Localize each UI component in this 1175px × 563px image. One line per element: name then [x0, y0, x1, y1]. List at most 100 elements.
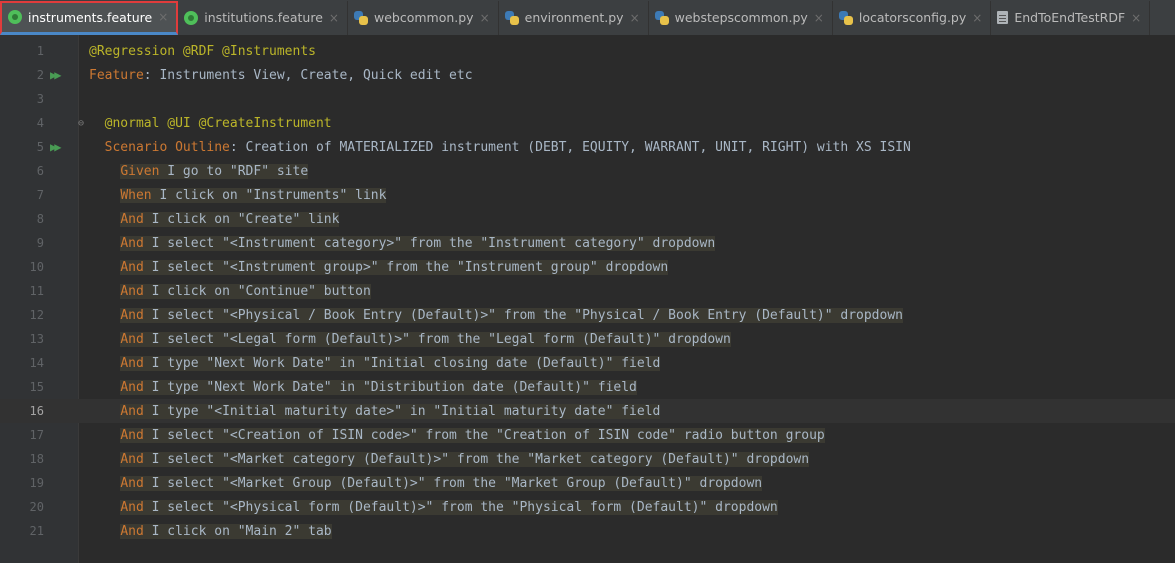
code-text: And I type "<Initial maturity date>" in … [89, 403, 661, 419]
line-number: 17 [29, 428, 44, 442]
code-line[interactable]: 3 [0, 87, 1175, 111]
gherkin-keyword: And [120, 403, 144, 419]
cucumber-icon [184, 10, 199, 25]
code-line[interactable]: 8 And I click on "Create" link [0, 207, 1175, 231]
fold-icon[interactable]: ⊖ [78, 118, 84, 129]
line-text: @normal @UI @CreateInstrument [104, 115, 332, 131]
line-number: 21 [29, 524, 44, 538]
line-number: 9 [36, 236, 44, 250]
step-text: I select "<Physical form (Default)>" fro… [143, 499, 778, 515]
close-tab-icon[interactable]: × [329, 11, 339, 25]
tab-label: institutions.feature [204, 10, 323, 25]
tab-label: webstepscommon.py [674, 10, 808, 25]
code-text: And I select "<Physical form (Default)>"… [89, 499, 778, 515]
gherkin-keyword: And [120, 451, 144, 467]
python-file-icon [838, 10, 853, 25]
code-line[interactable]: 20 And I select "<Physical form (Default… [0, 495, 1175, 519]
code-line[interactable]: 19 And I select "<Market Group (Default)… [0, 471, 1175, 495]
code-line[interactable]: 4 ⊖ @normal @UI @CreateInstrument [0, 111, 1175, 135]
code-line[interactable]: 18 And I select "<Market category (Defau… [0, 447, 1175, 471]
line-number: 10 [29, 260, 44, 274]
close-tab-icon[interactable]: × [814, 11, 824, 25]
close-tab-icon[interactable]: × [158, 10, 168, 24]
close-tab-icon[interactable]: × [1131, 11, 1141, 25]
editor-tab[interactable]: environment.py × [499, 0, 649, 35]
code-text: And I select "<Physical / Book Entry (De… [89, 307, 903, 323]
tab-label: locatorsconfig.py [858, 10, 967, 25]
code-line[interactable]: 14 And I type "Next Work Date" in "Initi… [0, 351, 1175, 375]
line-number: 15 [29, 380, 44, 394]
editor-tab[interactable]: EndToEndTestRDF × [991, 0, 1151, 35]
step-text: I select "<Instrument group>" from the "… [143, 259, 669, 275]
tab-label: EndToEndTestRDF [1014, 10, 1126, 25]
step-text: I select "<Market Group (Default)>" from… [143, 475, 763, 491]
close-tab-icon[interactable]: × [480, 11, 490, 25]
close-tab-icon[interactable]: × [630, 11, 640, 25]
gherkin-keyword: And [120, 235, 144, 251]
editor-tab[interactable]: institutions.feature × [178, 0, 348, 35]
gherkin-keyword: And [120, 475, 144, 491]
gherkin-keyword: And [120, 355, 144, 371]
code-line[interactable]: 13 And I select "<Legal form (Default)>"… [0, 327, 1175, 351]
code-line[interactable]: 21 And I click on "Main 2" tab [0, 519, 1175, 543]
step-text: I go to "RDF" site [159, 163, 309, 179]
line-number: 5 [36, 140, 44, 154]
code-line[interactable]: 17 And I select "<Creation of ISIN code>… [0, 423, 1175, 447]
code-text: When I click on "Instruments" link [89, 187, 387, 203]
code-line[interactable]: 6 Given I go to "RDF" site [0, 159, 1175, 183]
code-line[interactable]: 2 ▶▶ Feature: Instruments View, Create, Qu… [0, 63, 1175, 87]
code-editor[interactable]: 1 @Regression @RDF @Instruments 2 ▶▶ Feature… [0, 35, 1175, 563]
code-line[interactable]: 1 @Regression @RDF @Instruments [0, 39, 1175, 63]
line-text: : Creation of MATERIALIZED instrument (D… [229, 139, 911, 155]
run-scenario-icon[interactable]: ▶▶ [50, 140, 62, 154]
code-text: And I click on "Continue" button [89, 283, 371, 299]
gherkin-keyword: And [120, 499, 144, 515]
gherkin-keyword: And [120, 259, 144, 275]
code-line[interactable]: 7 When I click on "Instruments" link [0, 183, 1175, 207]
close-tab-icon[interactable]: × [972, 11, 982, 25]
code-text: @normal @UI @CreateInstrument [89, 116, 332, 131]
line-number: 8 [36, 212, 44, 226]
line-number: 19 [29, 476, 44, 490]
code-line[interactable]: 9 And I select "<Instrument category>" f… [0, 231, 1175, 255]
gherkin-keyword: Scenario Outline [104, 139, 230, 155]
step-text: I click on "Create" link [143, 211, 340, 227]
gherkin-keyword: Feature [89, 67, 144, 83]
line-number: 7 [36, 188, 44, 202]
editor-tab[interactable]: instruments.feature × [0, 0, 179, 35]
line-number: 6 [36, 164, 44, 178]
editor-tab[interactable]: webcommon.py × [348, 0, 499, 35]
code-line[interactable]: 16 And I type "<Initial maturity date>" … [0, 399, 1175, 423]
line-text: : Instruments View, Create, Quick edit e… [143, 67, 473, 83]
step-text: I select "<Creation of ISIN code>" from … [143, 427, 825, 443]
line-number: 11 [29, 284, 44, 298]
editor-tab[interactable]: webstepscommon.py × [649, 0, 833, 35]
gherkin-keyword: Given [120, 163, 160, 179]
code-line[interactable]: 12 And I select "<Physical / Book Entry … [0, 303, 1175, 327]
text-file-icon [997, 11, 1009, 24]
step-text: I click on "Instruments" link [151, 187, 387, 203]
tab-label: environment.py [524, 10, 624, 25]
run-scenario-icon[interactable]: ▶▶ [50, 68, 62, 82]
code-line[interactable]: 10 And I select "<Instrument group>" fro… [0, 255, 1175, 279]
gherkin-keyword: When [120, 187, 152, 203]
editor-tab[interactable]: locatorsconfig.py × [833, 0, 992, 35]
gherkin-keyword: And [120, 379, 144, 395]
code-line[interactable]: 15 And I type "Next Work Date" in "Distr… [0, 375, 1175, 399]
code-line[interactable]: 11 And I click on "Continue" button [0, 279, 1175, 303]
code-text: And I select "<Creation of ISIN code>" f… [89, 427, 825, 443]
code-line[interactable]: 5 ▶▶ Scenario Outline: Creation of MATERI… [0, 135, 1175, 159]
code-text: @Regression @RDF @Instruments [89, 44, 316, 59]
